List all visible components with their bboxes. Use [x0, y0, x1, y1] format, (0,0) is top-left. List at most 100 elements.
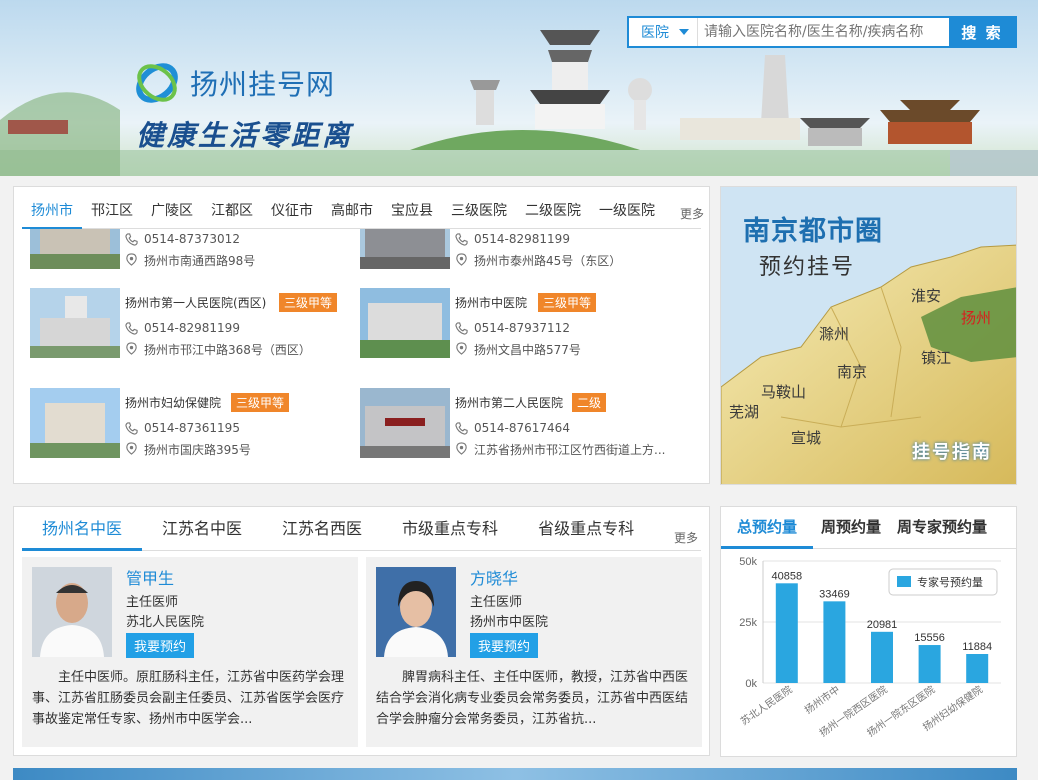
doctor-panel: 扬州名中医 江苏名中医 江苏名西医 市级重点专科 省级重点专科 更多 管甲生 主…: [13, 506, 710, 756]
data-label: 15556: [914, 632, 945, 644]
hospital-name[interactable]: 扬州市妇幼保健院: [125, 394, 221, 411]
tab-baoying[interactable]: 宝应县: [382, 195, 442, 229]
doctor-title: 主任医师: [126, 595, 179, 610]
hospital-region-tabs: 扬州市 邗江区 广陵区 江都区 仪征市 高邮市 宝应县 三级医院 二级医院 一级…: [22, 195, 701, 229]
hospital-level-badge: 三级甲等: [231, 393, 290, 412]
location-pin-icon: [456, 253, 467, 266]
slogan: 健康生活零距离: [136, 119, 354, 152]
tab-jiangdu[interactable]: 江都区: [202, 195, 262, 229]
tab-weekly-appointments[interactable]: 周预约量: [813, 513, 889, 549]
data-label: 40858: [772, 570, 803, 582]
site-logo[interactable]: 扬州挂号网: [132, 58, 335, 108]
legend-label: 专家号预约量: [917, 575, 983, 589]
hospital-item[interactable]: 扬州市第一人民医院(西区) 三级甲等 0514-82981199 扬州市邗江中路…: [30, 288, 360, 358]
hospital-list: 0514-87373012 扬州市南通西路98号 0514-82981199 扬…: [30, 229, 709, 483]
tab-guangling[interactable]: 广陵区: [142, 195, 202, 229]
chevron-down-icon: [679, 29, 689, 35]
hospital-item[interactable]: 扬州市中医院 三级甲等 0514-87937112 扬州文昌中路577号: [360, 288, 690, 358]
hospital-address: 扬州市南通西路98号: [125, 252, 255, 269]
chart-bar: [871, 631, 893, 683]
tab-jiangsu-western[interactable]: 江苏名西医: [262, 513, 382, 551]
logo-ring-icon: [132, 58, 182, 108]
hospital-more-link[interactable]: 更多: [680, 205, 704, 222]
hospital-address: 江苏省扬州市邗江区竹西街道上方...: [455, 441, 665, 458]
data-label: 33469: [819, 588, 850, 600]
appointments-bar-chart: 0k25k50k40858苏北人民医院33469扬州市中20981扬州一院西区医…: [738, 556, 1001, 739]
ad-title: 南京都市圈: [743, 216, 883, 247]
location-pin-icon: [456, 442, 467, 455]
tab-level2[interactable]: 二级医院: [516, 195, 590, 229]
hospital-photo: [360, 388, 450, 458]
nanjing-ad-banner[interactable]: 南京都市圈 预约挂号 淮安 扬州 滁州 南京 镇江 马鞍山 芜湖 宣城 挂号指南: [720, 186, 1017, 485]
tab-yangzhou-tcm[interactable]: 扬州名中医: [22, 513, 143, 551]
registration-guide-link[interactable]: 挂号指南: [912, 438, 992, 464]
doctor-photo: [32, 567, 112, 657]
hospital-name[interactable]: 扬州市中医院: [455, 294, 527, 311]
tab-yizheng[interactable]: 仪征市: [262, 195, 322, 229]
chart-bar: [823, 601, 846, 683]
data-label: 11884: [962, 641, 992, 653]
hospital-address: 扬州市泰州路45号（东区）: [455, 252, 621, 269]
doctor-category-tabs: 扬州名中医 江苏名中医 江苏名西医 市级重点专科 省级重点专科: [22, 513, 701, 551]
hospital-phone: 0514-87937112: [455, 321, 570, 335]
hospital-phone: 0514-87373012: [125, 232, 240, 246]
hospital-phone: 0514-87361195: [125, 421, 240, 435]
hospital-photo: [360, 288, 450, 358]
phone-icon: [455, 422, 468, 435]
hospital-photo: [30, 388, 120, 458]
hospital-phone: 0514-87617464: [455, 421, 570, 435]
hospital-level-badge: 三级甲等: [279, 293, 338, 312]
search-category-select[interactable]: 医院: [629, 18, 697, 46]
map-city-label: 芜湖: [729, 403, 760, 421]
tab-province-key-specialty[interactable]: 省级重点专科: [518, 513, 654, 551]
map-city-label: 淮安: [911, 287, 942, 305]
hospital-item[interactable]: 扬州市妇幼保健院 三级甲等 0514-87361195 扬州市国庆路395号: [30, 388, 360, 458]
hospital-address: 扬州市国庆路395号: [125, 441, 251, 458]
map-city-label: 马鞍山: [761, 383, 807, 401]
doctor-name[interactable]: 方晓华: [470, 565, 518, 589]
doctor-description: 主任中医师。原肛肠科主任，江苏省中医药学会理事、江苏省肛肠委员会副主任委员、江苏…: [32, 670, 345, 727]
doctor-description: 脾胃病科主任、主任中医师，教授，江苏省中西医结合学会消化病专业委员会常务委员，江…: [376, 670, 689, 727]
map-city-label: 扬州: [961, 309, 992, 327]
stats-panel: 总预约量 周预约量 周专家预约量 0k 25k 50k 40858 苏北人民医院 3346…: [720, 506, 1017, 757]
tab-weekly-expert-appointments[interactable]: 周专家预约量: [889, 513, 995, 549]
phone-icon: [125, 422, 138, 435]
hospital-name[interactable]: 扬州市第二人民医院: [455, 394, 563, 411]
doctor-more-link[interactable]: 更多: [674, 529, 698, 546]
tab-gaoyou[interactable]: 高邮市: [322, 195, 382, 229]
tab-level1[interactable]: 一级医院: [590, 195, 664, 229]
doctor-card: 管甲生 主任医师 苏北人民医院 我要预约 主任中医师。原肛肠科主任，江苏省中医药…: [22, 557, 358, 747]
tab-city-key-specialty[interactable]: 市级重点专科: [382, 513, 518, 551]
phone-icon: [125, 322, 138, 335]
doctor-name[interactable]: 管甲生: [126, 565, 174, 589]
search-button[interactable]: 搜 索: [949, 18, 1015, 46]
doctor-photo: [376, 567, 456, 657]
hospital-level-badge: 二级: [572, 393, 607, 412]
tab-hanjiang[interactable]: 邗江区: [82, 195, 142, 229]
map-city-label: 宣城: [791, 429, 822, 447]
data-label: 20981: [867, 619, 898, 631]
phone-icon: [125, 233, 138, 246]
tab-level3[interactable]: 三级医院: [442, 195, 516, 229]
doctor-title: 主任医师: [470, 595, 523, 610]
search-input[interactable]: [697, 18, 949, 46]
hospital-item[interactable]: 0514-82981199 扬州市泰州路45号（东区）: [360, 229, 690, 269]
location-pin-icon: [126, 342, 137, 355]
chart-bar: [966, 654, 989, 683]
book-appointment-button[interactable]: 我要预约: [126, 633, 195, 658]
hospital-item[interactable]: 扬州市第二人民医院 二级 0514-87617464 江苏省扬州市邗江区竹西街道…: [360, 388, 690, 458]
hospital-address: 扬州文昌中路577号: [455, 341, 581, 358]
hospital-item[interactable]: 0514-87373012 扬州市南通西路98号: [30, 229, 360, 269]
doctor-card: 方晓华 主任医师 扬州市中医院 我要预约 脾胃病科主任、主任中医师，教授，江苏省…: [366, 557, 702, 747]
phone-icon: [455, 322, 468, 335]
tab-yangzhou[interactable]: 扬州市: [22, 195, 82, 229]
tab-jiangsu-tcm[interactable]: 江苏名中医: [142, 513, 262, 551]
legend-swatch: [897, 576, 911, 587]
hospital-name[interactable]: 扬州市第一人民医院(西区): [125, 294, 266, 311]
book-appointment-button[interactable]: 我要预约: [470, 633, 539, 658]
map-city-label: 镇江: [921, 349, 952, 367]
y-tick-label: 25k: [739, 617, 757, 629]
ad-subtitle: 预约挂号: [759, 255, 856, 280]
hospital-phone: 0514-82981199: [455, 232, 570, 246]
tab-total-appointments[interactable]: 总预约量: [721, 513, 814, 549]
